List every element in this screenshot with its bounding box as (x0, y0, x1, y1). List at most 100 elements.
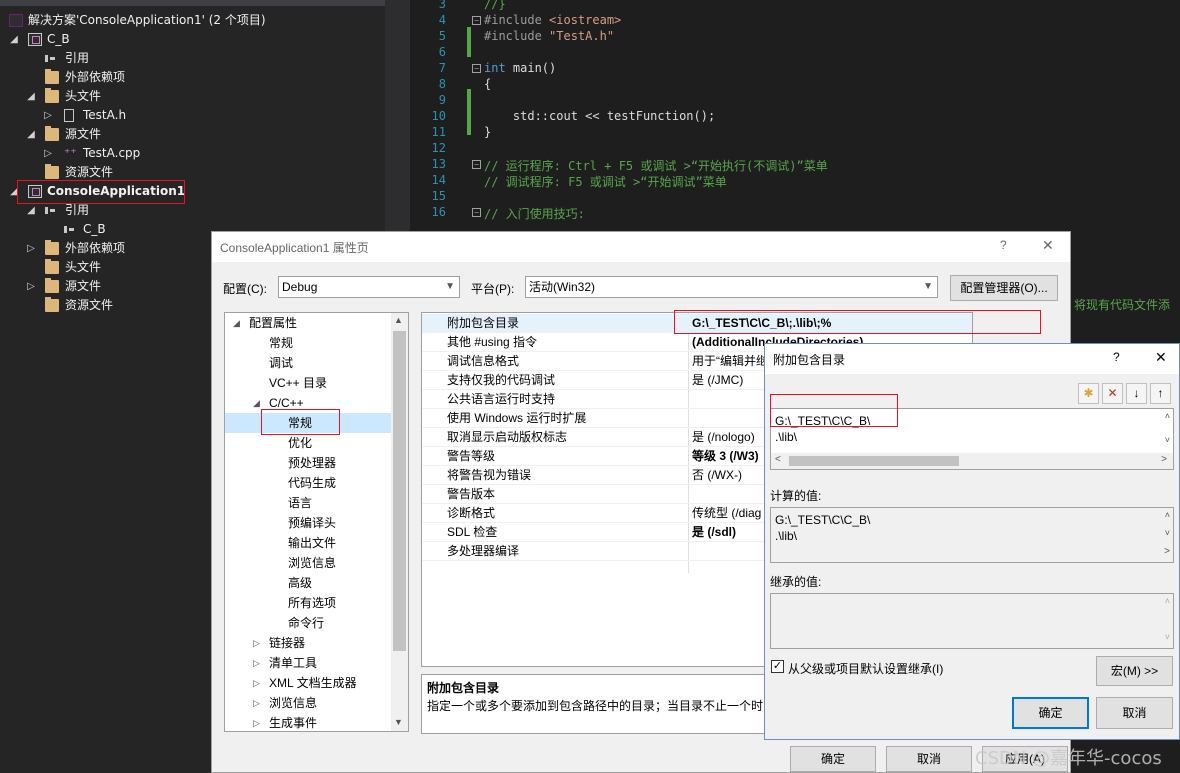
expand-arrow-icon[interactable]: ▷ (253, 693, 260, 713)
property-tree[interactable]: ◢ 配置属性 常规 调试 VC++ 目录 ◢ C/C++ 常规 优化 预处理器 代码生成 语言 预编译头… (224, 312, 409, 732)
code-line[interactable]: #include <iostream> (484, 13, 621, 27)
property-tree-item[interactable]: ▷ 生成事件 (225, 713, 395, 731)
macro-button[interactable]: 宏(M) >> (1096, 656, 1173, 686)
expand-arrow-icon[interactable]: ▷ (25, 277, 37, 296)
property-tree-item[interactable]: ▷ 链接器 (225, 633, 395, 653)
property-tree-item[interactable]: ▷ 清单工具 (225, 653, 395, 673)
tree-node[interactable]: 外部依赖项 (0, 68, 385, 87)
property-tree-item[interactable]: 常规 (225, 333, 395, 353)
code-line[interactable]: // 调试程序: F5 或调试 >“开始调试”菜单 (484, 173, 727, 190)
scroll-down-icon[interactable]: ▼ (394, 717, 403, 727)
platform-select[interactable]: 活动(Win32) ▼ (525, 276, 938, 298)
collapse-arrow-icon[interactable]: ◢ (25, 87, 37, 106)
property-tree-item[interactable]: 预处理器 (225, 453, 395, 473)
code-line[interactable]: { (484, 77, 491, 91)
scroll-thumb[interactable] (393, 331, 406, 651)
help-button[interactable]: ? (1000, 238, 1007, 252)
collapse-arrow-icon[interactable]: ◢ (233, 313, 240, 333)
inherit-checkbox-label[interactable]: 从父级或项目默认设置继承(I) (788, 660, 943, 677)
include-dialog-title: 附加包含目录 (773, 353, 846, 367)
close-button[interactable]: ✕ (1042, 237, 1054, 254)
property-tree-item[interactable]: 高级 (225, 573, 395, 593)
tree-node[interactable]: ◢ 源文件 (0, 125, 385, 144)
fold-toggle-icon[interactable]: − (472, 160, 481, 169)
property-tree-item[interactable]: ▷ 浏览信息 (225, 693, 395, 713)
scroll-right-icon[interactable]: > (1161, 454, 1167, 465)
fold-toggle-icon[interactable]: − (472, 208, 481, 217)
property-tree-item[interactable]: 优化 (225, 433, 395, 453)
hscrollbar[interactable]: < > (771, 453, 1173, 469)
code-line[interactable]: //} (484, 0, 506, 11)
expand-arrow-icon[interactable]: ▷ (253, 713, 260, 731)
move-down-icon[interactable]: ↓ (1126, 383, 1147, 404)
chevron-down-icon[interactable]: ˅ (1165, 435, 1170, 445)
scroll-up-icon[interactable]: ▲ (394, 315, 403, 325)
tree-scrollbar[interactable]: ▲ ▼ (391, 313, 408, 731)
property-tree-item[interactable]: 浏览信息 (225, 553, 395, 573)
tree-node[interactable]: ◢ 头文件 (0, 87, 385, 106)
include-ok-button[interactable]: 确定 (1012, 697, 1089, 729)
property-tree-item[interactable]: ◢ 配置属性 (225, 313, 395, 333)
delete-icon[interactable]: ✕ (1102, 383, 1123, 404)
property-tree-item[interactable]: 预编译头 (225, 513, 395, 533)
code-line[interactable]: } (484, 125, 491, 139)
tree-node[interactable]: ▷ ⁺⁺ TestA.cpp (0, 144, 385, 163)
property-tree-item[interactable]: ▷ XML 文档生成器 (225, 673, 395, 693)
property-tree-label: 浏览信息 (269, 696, 318, 710)
code-line[interactable]: // 运行程序: Ctrl + F5 或调试 >“开始执行(不调试)”菜单 (484, 157, 828, 174)
tree-node[interactable]: ◢ C_B (0, 30, 385, 49)
property-value[interactable]: 等级 3 (/W3) (692, 447, 759, 466)
scroll-thumb[interactable] (789, 456, 959, 466)
scroll-right-icon[interactable]: > (1164, 546, 1170, 557)
tree-node[interactable]: ▷ TestA.h (0, 106, 385, 125)
include-help-button[interactable]: ? (1113, 350, 1120, 364)
config-manager-button[interactable]: 配置管理器(O)... (950, 275, 1058, 301)
chevron-down-icon[interactable]: ˅ (1165, 632, 1170, 642)
property-value[interactable]: 是 (/JMC) (692, 371, 743, 390)
include-entry[interactable]: .\lib\ (775, 430, 797, 444)
property-tree-item[interactable]: 所有选项 (225, 593, 395, 613)
dialog-cancel-button[interactable]: 取消 (886, 746, 972, 772)
include-cancel-button[interactable]: 取消 (1096, 697, 1173, 729)
solution-node[interactable]: 解决方案'ConsoleApplication1' (2 个项目) (0, 11, 385, 30)
expand-arrow-icon[interactable]: ▷ (253, 653, 260, 673)
property-tree-item[interactable]: 命令行 (225, 613, 395, 633)
property-tree-item[interactable]: VC++ 目录 (225, 373, 395, 393)
property-value[interactable]: 是 (/sdl) (692, 523, 736, 542)
code-line[interactable]: std::cout << testFunction(); (484, 109, 715, 123)
property-value[interactable]: 用于“编辑并继 (692, 352, 768, 371)
fold-toggle-icon[interactable]: − (472, 64, 481, 73)
fold-toggle-icon[interactable]: − (472, 16, 481, 25)
property-tree-item[interactable]: 代码生成 (225, 473, 395, 493)
scroll-left-icon[interactable]: < (775, 454, 781, 465)
dialog-ok-button[interactable]: 确定 (790, 746, 876, 772)
property-tree-item[interactable]: 调试 (225, 353, 395, 373)
code-line[interactable]: int main() (484, 61, 556, 75)
property-value[interactable]: 是 (/nologo) (692, 428, 755, 447)
property-tree-item[interactable]: 语言 (225, 493, 395, 513)
chevron-down-icon[interactable]: ˅ (1165, 528, 1170, 538)
property-value[interactable]: 传统型 (/diag (692, 504, 761, 523)
chevron-up-icon[interactable]: ˄ (1165, 596, 1170, 606)
property-value[interactable]: 否 (/WX-) (692, 466, 742, 485)
property-tree-item[interactable]: 输出文件 (225, 533, 395, 553)
inherit-checkbox[interactable]: ✓ (771, 660, 784, 673)
collapse-arrow-icon[interactable]: ◢ (25, 125, 37, 144)
new-line-icon[interactable]: ✱ (1078, 383, 1099, 404)
collapse-arrow-icon[interactable]: ◢ (253, 393, 260, 413)
expand-arrow-icon[interactable]: ▷ (42, 106, 54, 125)
include-close-button[interactable]: ✕ (1155, 349, 1167, 366)
chevron-up-icon[interactable]: ˄ (1165, 411, 1170, 421)
move-up-icon[interactable]: ↑ (1150, 383, 1171, 404)
expand-arrow-icon[interactable]: ▷ (253, 673, 260, 693)
expand-arrow-icon[interactable]: ▷ (253, 633, 260, 653)
expand-arrow-icon[interactable]: ▷ (25, 239, 37, 258)
code-line[interactable]: #include "TestA.h" (484, 29, 614, 43)
description-title: 附加包含目录 (427, 681, 500, 695)
expand-arrow-icon[interactable]: ▷ (42, 144, 54, 163)
collapse-arrow-icon[interactable]: ◢ (8, 30, 20, 49)
tree-node[interactable]: 引用 (0, 49, 385, 68)
config-select[interactable]: Debug ▼ (278, 276, 460, 298)
chevron-up-icon[interactable]: ˄ (1165, 510, 1170, 520)
code-line[interactable]: // 入门使用技巧: (484, 205, 585, 222)
